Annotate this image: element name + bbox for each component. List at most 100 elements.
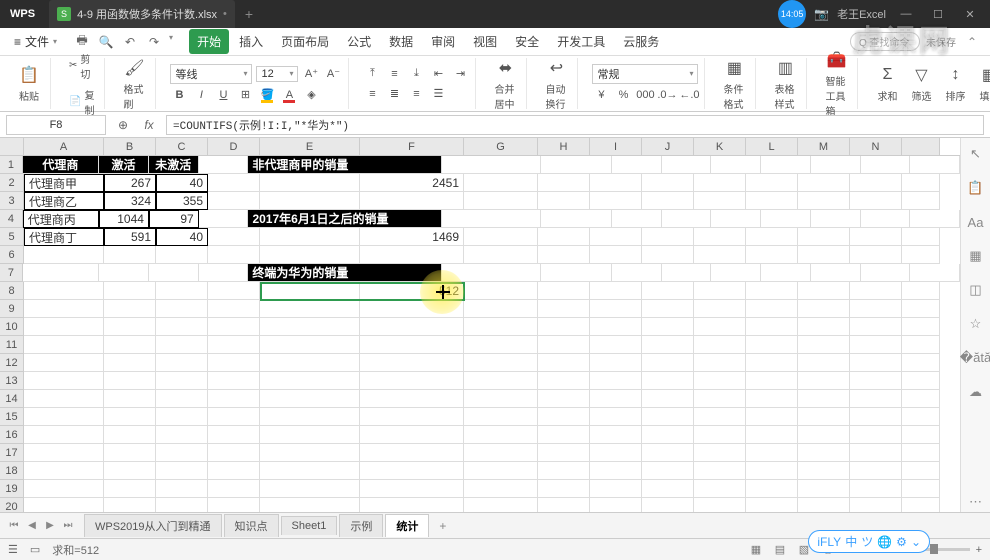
sheet-tab[interactable]: 知识点 (224, 514, 279, 537)
cell[interactable] (642, 246, 694, 264)
cell[interactable] (208, 426, 260, 444)
smart-toolbox-button[interactable]: 🧰智能工具箱 (821, 47, 851, 120)
cell[interactable] (208, 444, 260, 462)
document-tab[interactable]: S 4-9 用函数做多条件计数.xlsx • (49, 0, 235, 28)
cell[interactable] (850, 372, 902, 390)
border-button[interactable]: ⊞ (236, 86, 254, 104)
row-header[interactable]: 7 (0, 264, 23, 282)
wrap-text-button[interactable]: ↩自动换行 (541, 55, 571, 113)
cell[interactable]: 40 (156, 228, 208, 246)
view-normal-icon[interactable]: ▦ (747, 542, 765, 558)
side-object-icon[interactable]: ◫ (966, 280, 986, 300)
cell[interactable] (642, 408, 694, 426)
cell[interactable] (902, 462, 940, 480)
cell[interactable] (798, 192, 850, 210)
cut-button[interactable]: ✂ 剪切 (65, 49, 98, 83)
sheet-tab[interactable]: 示例 (339, 514, 383, 537)
cell[interactable] (260, 318, 360, 336)
cell[interactable] (156, 354, 208, 372)
cell[interactable] (910, 156, 960, 174)
cell[interactable] (910, 210, 960, 228)
cell[interactable] (464, 192, 538, 210)
cell[interactable] (360, 480, 464, 498)
cell[interactable] (360, 390, 464, 408)
cell[interactable] (694, 174, 746, 192)
sheet-tab[interactable]: Sheet1 (281, 516, 338, 535)
status-book-icon[interactable]: ▭ (30, 543, 40, 556)
cell[interactable] (746, 246, 798, 264)
cell[interactable] (642, 480, 694, 498)
cell[interactable] (260, 174, 360, 192)
cell[interactable]: 324 (104, 192, 156, 210)
side-style-icon[interactable]: Aa (966, 212, 986, 232)
row-header[interactable]: 20 (0, 498, 24, 512)
cell[interactable] (104, 336, 156, 354)
cell[interactable] (538, 462, 590, 480)
cell[interactable] (538, 246, 590, 264)
cell[interactable] (464, 480, 538, 498)
cell[interactable]: 591 (104, 228, 156, 246)
cell[interactable] (642, 318, 694, 336)
cell[interactable] (902, 246, 940, 264)
cell[interactable] (746, 354, 798, 372)
menu-review[interactable]: 审阅 (423, 29, 463, 54)
row-header[interactable]: 19 (0, 480, 24, 498)
cell[interactable] (590, 246, 642, 264)
cell[interactable] (590, 282, 642, 300)
cell[interactable] (24, 408, 104, 426)
cell[interactable] (694, 318, 746, 336)
cell[interactable] (902, 372, 940, 390)
cell[interactable] (590, 174, 642, 192)
cell[interactable] (464, 354, 538, 372)
cell[interactable] (798, 408, 850, 426)
cell[interactable] (850, 444, 902, 462)
cell[interactable] (662, 264, 712, 282)
file-menu[interactable]: ≡ 文件 ▾ (8, 31, 63, 52)
cell[interactable] (746, 174, 798, 192)
cell[interactable] (260, 228, 360, 246)
cell[interactable] (902, 282, 940, 300)
cell[interactable] (642, 498, 694, 512)
cell[interactable] (104, 390, 156, 408)
qat-preview-icon[interactable]: 🔍 (97, 33, 115, 51)
cell[interactable] (902, 498, 940, 512)
inc-decimal-icon[interactable]: .0→ (658, 86, 676, 104)
row-header[interactable]: 16 (0, 426, 24, 444)
cell[interactable] (104, 372, 156, 390)
col-header[interactable]: A (24, 138, 104, 155)
cell[interactable] (811, 264, 861, 282)
cell[interactable] (850, 192, 902, 210)
format-painter-button[interactable]: 🖌格式刷 (119, 55, 149, 113)
cell[interactable] (612, 210, 662, 228)
side-more-icon[interactable]: ⋯ (966, 492, 986, 512)
cell[interactable] (541, 210, 612, 228)
cell[interactable] (24, 444, 104, 462)
cell[interactable] (208, 300, 260, 318)
add-sheet-button[interactable]: + (431, 516, 454, 536)
qat-undo-icon[interactable]: ↶ (121, 33, 139, 51)
cell[interactable] (694, 336, 746, 354)
cell[interactable] (902, 480, 940, 498)
cell[interactable] (711, 210, 761, 228)
more-font-icon[interactable]: ◈ (302, 86, 320, 104)
align-left-icon[interactable]: ≡ (363, 85, 381, 103)
cell[interactable] (746, 426, 798, 444)
cell[interactable] (590, 480, 642, 498)
currency-icon[interactable]: ¥ (592, 86, 610, 104)
cell[interactable] (642, 336, 694, 354)
cell[interactable] (612, 156, 662, 174)
cell[interactable] (260, 426, 360, 444)
align-top-icon[interactable]: ⤒ (363, 65, 381, 83)
cell[interactable] (24, 282, 104, 300)
align-center-icon[interactable]: ≣ (385, 85, 403, 103)
cell[interactable] (902, 408, 940, 426)
cell[interactable]: 512 (360, 282, 464, 300)
cell[interactable] (642, 354, 694, 372)
cell[interactable] (642, 192, 694, 210)
cell[interactable] (902, 192, 940, 210)
cell[interactable] (24, 318, 104, 336)
cell[interactable]: 激活 (99, 156, 149, 174)
align-right-icon[interactable]: ≡ (407, 85, 425, 103)
cell[interactable] (902, 228, 940, 246)
cell[interactable] (104, 426, 156, 444)
